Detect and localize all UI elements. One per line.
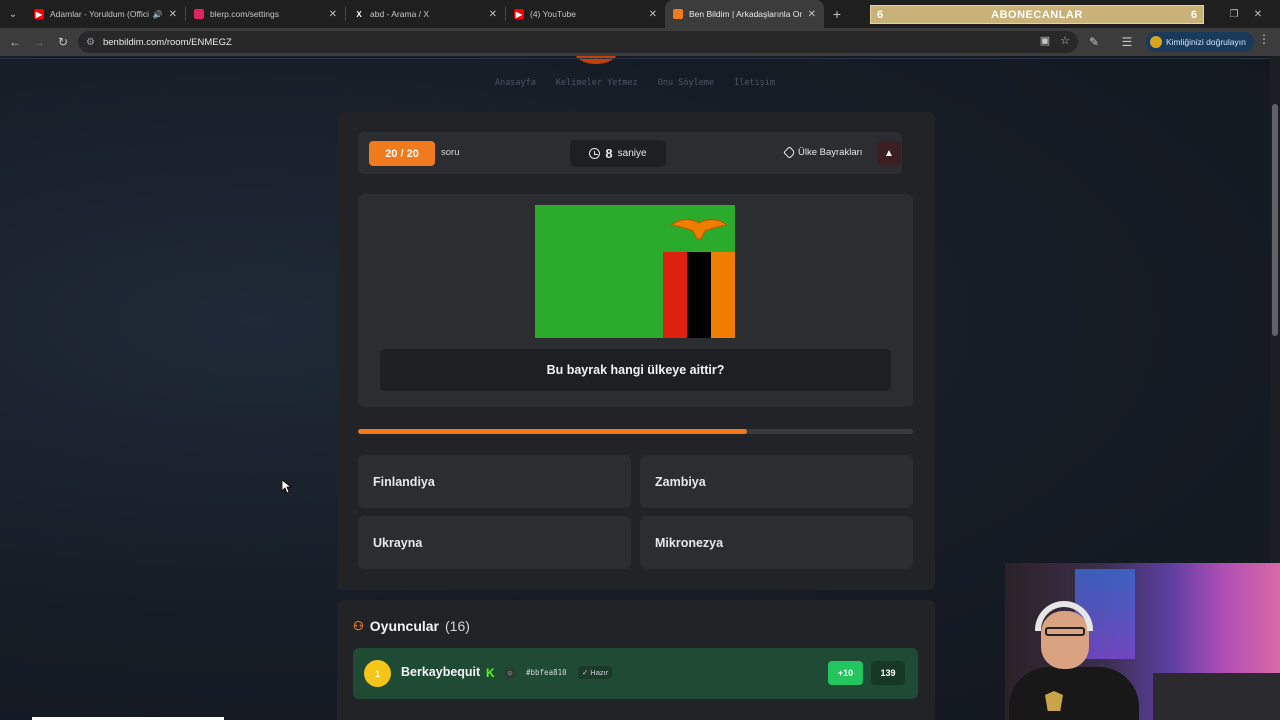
time-progress-bar bbox=[358, 429, 913, 434]
overlay-left-count: 6 bbox=[877, 8, 884, 21]
nav-link-contact[interactable]: İletişim bbox=[734, 78, 775, 88]
profile-avatar-icon bbox=[1150, 36, 1162, 48]
header-divider bbox=[0, 58, 1270, 59]
close-icon[interactable]: ✕ bbox=[169, 9, 177, 20]
close-icon[interactable]: ✕ bbox=[808, 9, 816, 20]
shirt-logo bbox=[1045, 691, 1063, 711]
overlay-right-count: 6 bbox=[1190, 8, 1197, 21]
player-name: Berkaybequit bbox=[401, 665, 481, 679]
score-gain: +10 bbox=[828, 661, 863, 685]
identity-chip[interactable]: Kimliğinizi doğrulayın bbox=[1146, 32, 1254, 52]
overlay-label: ABONECANLAR bbox=[991, 8, 1083, 21]
site-nav: Anasayfa Kelimeler Yetmez Onu Söyleme İl… bbox=[0, 78, 1270, 88]
install-app-icon[interactable]: ▣ bbox=[1040, 34, 1050, 47]
browser-toolbar: ← → ↻ ⚙ benbildim.com/room/ENMEGZ ▣ ☆ ✎ … bbox=[0, 28, 1280, 56]
subscriber-overlay: 6 ABONECANLAR 6 bbox=[870, 5, 1204, 24]
report-button[interactable]: ▲ bbox=[877, 141, 901, 165]
bookmark-star-icon[interactable]: ☆ bbox=[1060, 34, 1070, 47]
youtube-icon: ▶ bbox=[514, 9, 524, 19]
timer-value: 8 bbox=[605, 146, 613, 161]
nav-link-kelimeler-yetmez[interactable]: Kelimeler Yetmez bbox=[556, 78, 638, 88]
players-card: ⚇ Oyuncular (16) 1 Berkaybequit K ☺ #bbf… bbox=[337, 600, 935, 720]
scrollbar-thumb[interactable] bbox=[1272, 104, 1278, 336]
extensions-icon[interactable]: ✎ bbox=[1082, 30, 1106, 54]
nav-link-home[interactable]: Anasayfa bbox=[495, 78, 536, 88]
time-progress-fill bbox=[358, 429, 747, 434]
new-tab-button[interactable]: + bbox=[824, 6, 850, 22]
close-icon[interactable]: ✕ bbox=[329, 9, 337, 20]
browser-tab-2[interactable]: blerp.com/settings ✕ bbox=[186, 0, 345, 28]
identity-chip-label: Kimliğinizi doğrulayın bbox=[1166, 37, 1246, 47]
tag-icon bbox=[783, 146, 796, 159]
players-header: ⚇ Oyuncular (16) bbox=[353, 618, 470, 634]
answer-option-1[interactable]: Finlandiya bbox=[358, 455, 631, 508]
tab-title: blerp.com/settings bbox=[210, 9, 279, 19]
question-counter-suffix: soru bbox=[441, 147, 460, 158]
question-text: Bu bayrak hangi ülkeye aittir? bbox=[380, 349, 891, 391]
blerp-icon bbox=[194, 9, 204, 19]
browser-tab-1[interactable]: ▶ Adamlar - Yoruldum (Official 🔊 ✕ bbox=[26, 0, 185, 28]
player-tag: #bbfea810 bbox=[526, 668, 567, 677]
check-circle-icon: ✓ bbox=[582, 668, 589, 677]
players-count: (16) bbox=[445, 618, 470, 634]
users-icon: ⚇ bbox=[353, 619, 364, 633]
answer-option-4[interactable]: Mikronezya bbox=[640, 516, 913, 569]
timer: 8 saniye bbox=[570, 140, 666, 167]
webcam-shirt bbox=[1009, 667, 1139, 720]
warning-icon: ▲ bbox=[884, 147, 894, 159]
browser-tab-active[interactable]: Ben Bildim | Arkadaşlarınla Onl ✕ bbox=[665, 0, 824, 28]
players-title: Oyuncular bbox=[369, 618, 440, 634]
player-score: 139 bbox=[871, 661, 905, 685]
player-rank: 1 bbox=[364, 660, 391, 687]
nav-link-onu-soyleme[interactable]: Onu Söyleme bbox=[658, 78, 714, 88]
more-menu-icon[interactable]: ⋮ bbox=[1258, 32, 1270, 46]
game-card: 20 / 20 soru 8 saniye Ülke Bayrakları ▲ bbox=[337, 112, 935, 590]
question-counter: 20 / 20 bbox=[369, 141, 435, 166]
youtube-icon: ▶ bbox=[34, 9, 44, 19]
ready-badge: ✓ Hazır bbox=[578, 666, 613, 679]
benbildim-icon bbox=[673, 9, 683, 19]
tab-title: abd - Arama / X bbox=[370, 9, 430, 19]
player-row: 1 Berkaybequit K ☺ #bbfea810 ✓ Hazır +10… bbox=[353, 648, 918, 699]
url-text: benbildim.com/room/ENMEGZ bbox=[102, 36, 232, 48]
category-label: Ülke Bayrakları bbox=[783, 146, 863, 159]
timer-unit: saniye bbox=[617, 148, 647, 159]
browser-tab-4[interactable]: ▶ (4) YouTube ✕ bbox=[506, 0, 665, 28]
answer-option-2[interactable]: Zambiya bbox=[640, 455, 913, 508]
mouse-cursor-icon bbox=[282, 480, 292, 494]
answer-option-3[interactable]: Ukrayna bbox=[358, 516, 631, 569]
zambia-flag bbox=[535, 205, 735, 338]
tab-title: Ben Bildim | Arkadaşlarınla Onl bbox=[689, 9, 802, 19]
close-window-button[interactable]: ✕ bbox=[1236, 0, 1280, 28]
back-arrow-icon[interactable]: ← bbox=[3, 30, 27, 54]
kick-icon: K bbox=[486, 666, 495, 680]
reload-icon[interactable]: ↻ bbox=[51, 30, 75, 54]
tab-title: (4) YouTube bbox=[530, 9, 576, 19]
site-info-icon[interactable]: ⚙ bbox=[86, 37, 95, 48]
category-text: Ülke Bayrakları bbox=[798, 147, 863, 158]
ready-label: Hazır bbox=[590, 668, 609, 677]
game-status-bar: 20 / 20 soru 8 saniye Ülke Bayrakları ▲ bbox=[358, 132, 902, 174]
x-icon: X bbox=[356, 9, 362, 19]
close-icon[interactable]: ✕ bbox=[489, 9, 497, 20]
close-icon[interactable]: ✕ bbox=[649, 9, 657, 20]
user-icon: ☺ bbox=[504, 667, 516, 679]
browser-tab-3[interactable]: X abd - Arama / X ✕ bbox=[346, 0, 505, 28]
question-panel: Bu bayrak hangi ülkeye aittir? bbox=[358, 194, 913, 407]
tab-title: Adamlar - Yoruldum (Official bbox=[50, 9, 149, 19]
address-bar[interactable]: ⚙ benbildim.com/room/ENMEGZ ▣ ☆ bbox=[78, 31, 1078, 53]
tab-search-icon[interactable]: ⌄ bbox=[0, 0, 26, 28]
media-controls-icon[interactable]: ☰ bbox=[1115, 30, 1139, 54]
speaker-icon[interactable]: 🔊 bbox=[153, 10, 163, 19]
clock-icon bbox=[589, 148, 601, 159]
streamer-webcam bbox=[1005, 563, 1280, 720]
webcam-chair bbox=[1153, 673, 1280, 720]
forward-arrow-icon[interactable]: → bbox=[27, 30, 51, 54]
